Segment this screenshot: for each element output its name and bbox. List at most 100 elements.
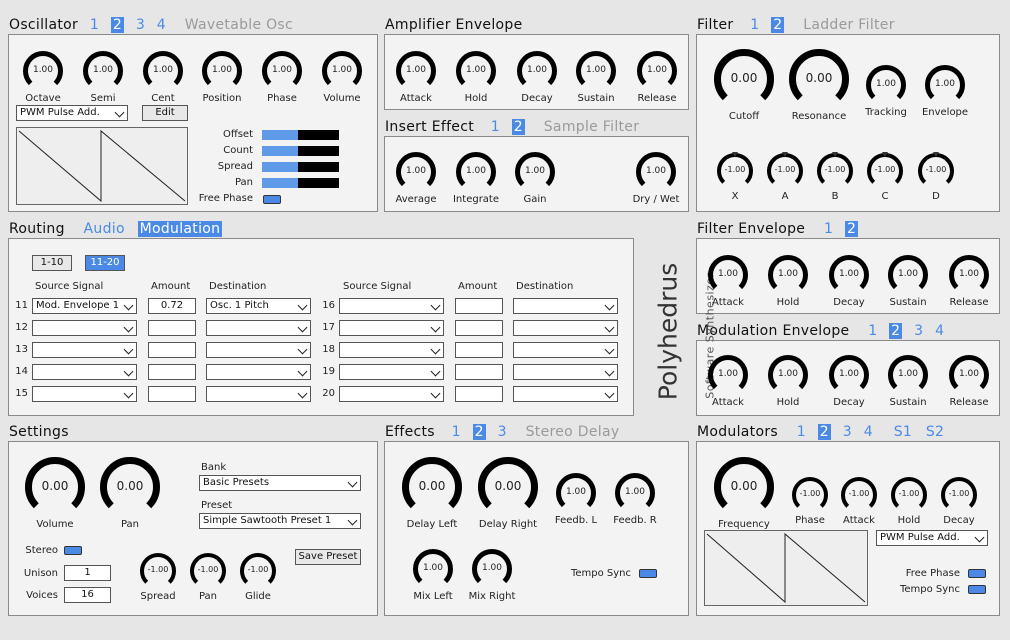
fenv-release-knob[interactable]: 1.00 Release <box>948 254 990 308</box>
route-amount-field[interactable] <box>148 364 196 380</box>
fenv-attack-knob[interactable]: 1.00 Attack <box>707 254 749 308</box>
route-destination-select[interactable] <box>513 364 618 380</box>
lfo-phase-knob[interactable]: -1.00 Phase <box>791 476 829 526</box>
filter-tab-1[interactable]: 1 <box>750 17 759 33</box>
route-source-select[interactable] <box>339 364 444 380</box>
route-amount-field[interactable] <box>455 298 503 314</box>
phase-knob[interactable]: 1.00 Phase <box>261 50 303 104</box>
route-source-select[interactable] <box>339 386 444 402</box>
route-destination-select[interactable] <box>206 364 311 380</box>
amp-decay-knob[interactable]: 1.00 Decay <box>516 50 558 104</box>
integrate-knob[interactable]: 1.00 Integrate <box>453 151 499 205</box>
cent-knob[interactable]: 1.00 Cent <box>142 50 184 104</box>
master-pan-knob[interactable]: 0.00 Pan <box>99 456 161 530</box>
effects-tab-2[interactable]: 2 <box>472 424 486 440</box>
dry-wet-knob[interactable]: 1.00 Dry / Wet <box>633 151 679 205</box>
route-amount-field[interactable] <box>455 320 503 336</box>
filter-env-tab-1[interactable]: 1 <box>824 221 833 237</box>
route-amount-field[interactable] <box>455 386 503 402</box>
route-source-select[interactable] <box>339 320 444 336</box>
lfo-attack-knob[interactable]: -1.00 Attack <box>840 476 878 526</box>
route-destination-select[interactable] <box>206 386 311 402</box>
menv-decay-knob[interactable]: 1.00 Decay <box>828 354 870 408</box>
glide-knob[interactable]: -1.00 Glide <box>239 552 277 602</box>
osc-tab-2[interactable]: 2 <box>110 17 125 33</box>
lfo-decay-knob[interactable]: -1.00 Decay <box>940 476 978 526</box>
route-destination-select[interactable] <box>513 298 618 314</box>
route-destination-select[interactable] <box>206 320 311 336</box>
mod-d-knob[interactable]: -1.00 D <box>917 152 955 202</box>
mod-a-knob[interactable]: -1.00 A <box>766 152 804 202</box>
lfo-tempo-sync-toggle[interactable] <box>968 585 986 594</box>
route-amount-field[interactable] <box>148 320 196 336</box>
lfo-free-phase-toggle[interactable] <box>968 569 986 578</box>
effects-tab-3[interactable]: 3 <box>498 424 507 440</box>
free-phase-toggle[interactable] <box>263 195 281 204</box>
modulators-tab-3[interactable]: 3 <box>843 424 852 440</box>
mod-x-knob[interactable]: -1.00 X <box>716 152 754 202</box>
settings-pan-knob[interactable]: -1.00 Pan <box>189 552 227 602</box>
mix-left-knob[interactable]: 1.00 Mix Left <box>412 548 454 602</box>
routing-tab-modulation[interactable]: Modulation <box>137 221 223 237</box>
cutoff-knob[interactable]: 0.00 Cutoff <box>713 48 775 122</box>
menv-attack-knob[interactable]: 1.00 Attack <box>707 354 749 408</box>
feedback-right-knob[interactable]: 1.00 Feedb. R <box>613 472 657 526</box>
mod-env-tab-4[interactable]: 4 <box>935 323 944 339</box>
route-destination-select[interactable]: Osc. 1 Pitch <box>206 298 311 314</box>
menv-hold-knob[interactable]: 1.00 Hold <box>767 354 809 408</box>
mod-env-tab-3[interactable]: 3 <box>914 323 923 339</box>
routing-page-1-10[interactable]: 1-10 <box>32 255 72 271</box>
amp-sustain-knob[interactable]: 1.00 Sustain <box>575 50 617 104</box>
count-slider[interactable] <box>262 146 339 156</box>
fenv-hold-knob[interactable]: 1.00 Hold <box>767 254 809 308</box>
route-destination-select[interactable] <box>513 386 618 402</box>
stereo-toggle[interactable] <box>64 546 82 555</box>
master-volume-knob[interactable]: 0.00 Volume <box>24 456 86 530</box>
route-amount-field[interactable] <box>455 364 503 380</box>
menv-sustain-knob[interactable]: 1.00 Sustain <box>887 354 929 408</box>
mod-b-knob[interactable]: -1.00 B <box>816 152 854 202</box>
route-amount-field[interactable]: 0.72 <box>148 298 196 314</box>
insert-tab-1[interactable]: 1 <box>491 119 500 135</box>
offset-slider[interactable] <box>262 130 339 140</box>
feedback-left-knob[interactable]: 1.00 Feedb. L <box>555 472 597 526</box>
route-amount-field[interactable] <box>148 386 196 402</box>
modulators-tab-4[interactable]: 4 <box>864 424 873 440</box>
osc-tab-3[interactable]: 3 <box>136 17 145 33</box>
amp-attack-knob[interactable]: 1.00 Attack <box>395 50 437 104</box>
route-source-select[interactable]: Mod. Envelope 1 <box>32 298 137 314</box>
route-source-select[interactable] <box>339 298 444 314</box>
fenv-sustain-knob[interactable]: 1.00 Sustain <box>887 254 929 308</box>
gain-knob[interactable]: 1.00 Gain <box>514 151 556 205</box>
voices-field[interactable]: 16 <box>64 587 111 603</box>
modulators-tab-s1[interactable]: S1 <box>894 424 912 440</box>
modulators-tab-s2[interactable]: S2 <box>926 424 944 440</box>
osc-edit-button[interactable]: Edit <box>142 105 188 121</box>
route-destination-select[interactable] <box>513 320 618 336</box>
fenv-decay-knob[interactable]: 1.00 Decay <box>828 254 870 308</box>
insert-tab-2[interactable]: 2 <box>511 119 525 135</box>
lfo-hold-knob[interactable]: -1.00 Hold <box>890 476 928 526</box>
average-knob[interactable]: 1.00 Average <box>395 151 437 205</box>
envelope-knob[interactable]: 1.00 Envelope <box>922 64 968 118</box>
amp-hold-knob[interactable]: 1.00 Hold <box>455 50 497 104</box>
delay-left-knob[interactable]: 0.00 Delay Left <box>401 456 463 530</box>
effects-tempo-sync-toggle[interactable] <box>639 569 657 578</box>
amp-release-knob[interactable]: 1.00 Release <box>636 50 678 104</box>
mod-env-tab-1[interactable]: 1 <box>868 323 877 339</box>
route-source-select[interactable] <box>32 320 137 336</box>
lfo-waveform-select[interactable]: PWM Pulse Add. <box>876 530 988 546</box>
semi-knob[interactable]: 1.00 Semi <box>82 50 124 104</box>
modulators-tab-1[interactable]: 1 <box>797 424 806 440</box>
mod-c-knob[interactable]: -1.00 C <box>866 152 904 202</box>
route-amount-field[interactable] <box>148 342 196 358</box>
preset-select[interactable]: Simple Sawtooth Preset 1 <box>199 513 361 529</box>
resonance-knob[interactable]: 0.00 Resonance <box>788 48 850 122</box>
route-source-select[interactable] <box>339 342 444 358</box>
filter-tab-2[interactable]: 2 <box>771 17 785 33</box>
routing-page-11-20[interactable]: 11-20 <box>85 255 125 271</box>
mix-right-knob[interactable]: 1.00 Mix Right <box>469 548 515 602</box>
octave-knob[interactable]: 1.00 Octave <box>22 50 64 104</box>
effects-tab-1[interactable]: 1 <box>452 424 461 440</box>
osc-tab-4[interactable]: 4 <box>157 17 166 33</box>
